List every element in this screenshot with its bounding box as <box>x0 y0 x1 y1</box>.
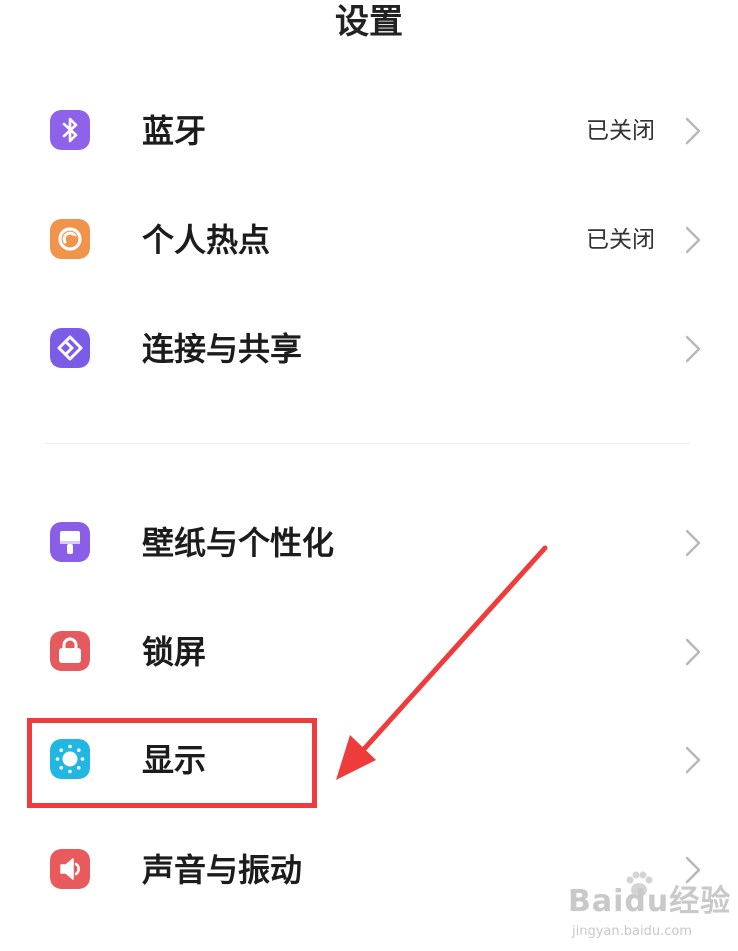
watermark-brand: Baidu经验 <box>568 884 732 919</box>
chevron-right-icon <box>683 528 703 558</box>
settings-item-hotspot[interactable]: 个人热点 已关闭 <box>0 195 738 285</box>
settings-item-label: 连接与共享 <box>142 330 303 368</box>
share-icon <box>50 328 90 368</box>
chevron-right-icon <box>683 637 703 667</box>
status-text: 已关闭 <box>586 227 655 253</box>
hotspot-icon <box>50 219 90 259</box>
lock-icon <box>50 631 90 671</box>
chevron-right-icon <box>683 745 703 775</box>
settings-item-wallpaper[interactable]: 壁纸与个性化 <box>0 498 738 588</box>
bluetooth-icon <box>50 110 90 150</box>
settings-item-label: 锁屏 <box>142 633 207 671</box>
chevron-right-icon <box>683 116 703 146</box>
settings-item-label: 声音与振动 <box>142 851 303 889</box>
settings-item-label: 蓝牙 <box>142 112 207 150</box>
watermark-url: jingyan.baidu.com <box>572 924 692 939</box>
settings-item-connection-sharing[interactable]: 连接与共享 <box>0 304 738 394</box>
baidu-jingyan-watermark: Baidu经验 jingyan.baidu.com <box>568 868 733 948</box>
settings-item-lock-screen[interactable]: 锁屏 <box>0 607 738 697</box>
chevron-right-icon <box>683 225 703 255</box>
chevron-right-icon <box>683 334 703 364</box>
settings-item-label: 壁纸与个性化 <box>142 524 335 562</box>
page-title: 设置 <box>335 2 403 42</box>
paintbrush-icon <box>50 522 90 562</box>
settings-item-bluetooth[interactable]: 蓝牙 已关闭 <box>0 86 738 176</box>
highlight-box <box>27 718 317 808</box>
settings-item-label: 个人热点 <box>142 221 271 259</box>
status-text: 已关闭 <box>586 118 655 144</box>
section-divider <box>45 443 690 444</box>
speaker-icon <box>50 849 90 889</box>
